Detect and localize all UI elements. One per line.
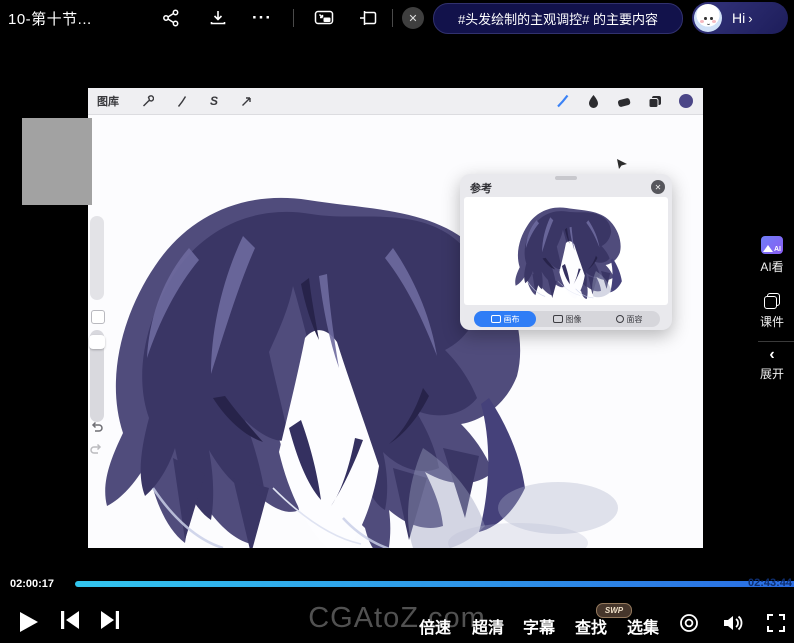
drag-handle[interactable] bbox=[555, 176, 577, 180]
actions-wrench-icon[interactable] bbox=[141, 95, 154, 108]
share-icon[interactable] bbox=[159, 6, 183, 30]
quality-button[interactable]: 超清 bbox=[472, 614, 504, 638]
slider-handle[interactable] bbox=[89, 335, 105, 349]
play-icon[interactable] bbox=[19, 611, 39, 633]
undo-icon[interactable] bbox=[90, 421, 103, 433]
reference-tab-bar: 画布 图像 面容 bbox=[474, 311, 660, 327]
image-icon bbox=[553, 315, 563, 323]
progress-bar[interactable] bbox=[75, 581, 794, 587]
video-title: 10-第十节... bbox=[8, 8, 92, 29]
assistant-label: Hi bbox=[732, 10, 745, 26]
top-bar: 10-第十节... ··· ✕ #头发绘制的主观调控# 的主要内容 bbox=[0, 0, 794, 36]
tab-canvas[interactable]: 画布 bbox=[474, 311, 536, 327]
tab-image[interactable]: 图像 bbox=[536, 311, 598, 327]
tab-face[interactable]: 面容 bbox=[598, 311, 660, 327]
ai-watch-icon: AI bbox=[761, 236, 783, 254]
sidebar-item-expand[interactable]: ‹ 展开 bbox=[750, 349, 794, 382]
smudge-tool-icon[interactable] bbox=[587, 94, 600, 108]
close-icon[interactable]: ✕ bbox=[402, 7, 424, 29]
mini-window-icon[interactable] bbox=[356, 6, 380, 30]
picture-in-picture-icon[interactable] bbox=[312, 6, 336, 30]
speed-button[interactable]: 倍速 bbox=[419, 614, 451, 638]
sidebar-item-label: AI看 bbox=[760, 258, 783, 275]
settings-icon[interactable] bbox=[679, 613, 699, 633]
next-episode-icon[interactable] bbox=[100, 611, 119, 629]
sidebar-item-label: 课件 bbox=[760, 313, 784, 330]
mouse-cursor-icon bbox=[616, 158, 628, 170]
sidebar-item-label: 展开 bbox=[760, 365, 784, 382]
volume-icon[interactable] bbox=[722, 613, 744, 633]
sidebar-item-courseware[interactable]: 课件 bbox=[750, 293, 794, 330]
episodes-button[interactable]: 选集 bbox=[627, 614, 659, 638]
total-time: 02:43:44 bbox=[748, 577, 792, 589]
subtitles-button[interactable]: 字幕 bbox=[523, 614, 555, 638]
layers-icon[interactable] bbox=[648, 95, 662, 108]
adjustments-icon[interactable] bbox=[176, 95, 188, 108]
reference-panel[interactable]: 参考 ✕ 画布 图像 面容 bbox=[460, 174, 672, 330]
ai-assistant-button[interactable]: Hi › bbox=[692, 2, 788, 34]
reference-panel-title: 参考 bbox=[470, 180, 492, 196]
sidebar-divider bbox=[758, 341, 794, 342]
fullscreen-icon[interactable] bbox=[766, 613, 786, 633]
previous-episode-icon[interactable] bbox=[61, 611, 80, 629]
sidebar-item-ai-watch[interactable]: AI AI看 bbox=[750, 236, 794, 275]
chevron-right-icon: › bbox=[748, 11, 752, 26]
face-icon bbox=[616, 315, 624, 323]
download-icon[interactable] bbox=[206, 6, 230, 30]
procreate-toolbar: 图库 S bbox=[88, 88, 703, 115]
more-icon[interactable]: ··· bbox=[250, 6, 274, 30]
toolbar-divider bbox=[293, 9, 294, 27]
canvas-icon bbox=[491, 315, 501, 323]
gray-overlay-box bbox=[22, 118, 92, 205]
brush-tool-icon[interactable] bbox=[556, 94, 570, 108]
reference-image bbox=[464, 197, 668, 305]
brush-size-slider[interactable] bbox=[90, 216, 104, 300]
color-swatch[interactable] bbox=[679, 94, 693, 108]
courseware-icon bbox=[764, 293, 780, 309]
modify-button[interactable] bbox=[91, 310, 105, 324]
close-icon[interactable]: ✕ bbox=[651, 180, 665, 194]
transform-arrow-icon[interactable] bbox=[240, 95, 253, 108]
avatar bbox=[694, 4, 722, 32]
video-surface[interactable]: 图库 S bbox=[0, 36, 794, 570]
selection-tool-icon[interactable]: S bbox=[210, 94, 218, 108]
toolbar-divider bbox=[392, 9, 393, 27]
topic-pill[interactable]: #头发绘制的主观调控# 的主要内容 bbox=[433, 3, 683, 34]
procreate-canvas: 图库 S bbox=[88, 88, 703, 548]
redo-icon[interactable] bbox=[90, 443, 103, 455]
gallery-button[interactable]: 图库 bbox=[97, 93, 119, 109]
chevron-left-icon: ‹ bbox=[769, 349, 774, 361]
eraser-tool-icon[interactable] bbox=[617, 95, 631, 108]
player-controls: 倍速 超清 字幕 查找 SWP 选集 bbox=[0, 600, 794, 643]
current-time: 02:00:17 bbox=[10, 578, 54, 590]
